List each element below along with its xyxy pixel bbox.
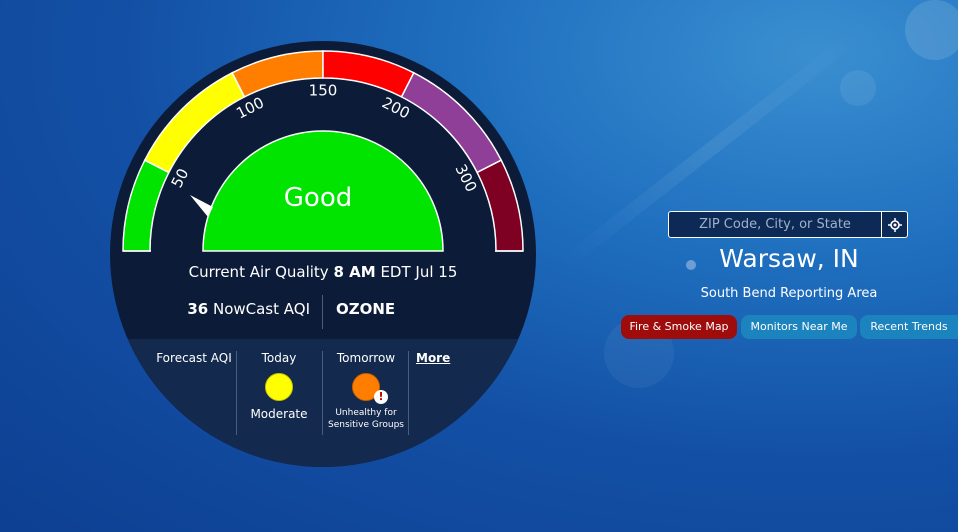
- locate-icon: [887, 217, 902, 232]
- locate-button[interactable]: [881, 212, 907, 237]
- city-name: Warsaw, IN: [719, 244, 859, 273]
- divider: [322, 351, 323, 435]
- hazardous-segment: [476, 159, 524, 252]
- very-unhealthy-segment: [400, 71, 503, 174]
- divider: [236, 351, 237, 435]
- forecast-category: Unhealthy for Sensitive Groups: [328, 408, 404, 430]
- reporting-area: South Bend Reporting Area: [700, 286, 878, 301]
- current-air-quality: Current Air Quality 8 AM EDT Jul 15: [110, 263, 536, 281]
- current-suffix: EDT Jul 15: [380, 263, 458, 281]
- alert-icon: !: [374, 390, 388, 404]
- forecast-tomorrow: Tomorrow ! Unhealthy for Sensitive Group…: [326, 351, 406, 431]
- aqi-dial: 50 100 150 200 300 Good Current Air Quality …: [110, 41, 536, 467]
- lens-flare: [905, 0, 958, 60]
- day-name: Tomorrow: [336, 351, 396, 365]
- usg-dot: !: [352, 373, 388, 404]
- fire-smoke-map-button[interactable]: Fire & Smoke Map: [621, 315, 737, 339]
- moderate-segment: [143, 71, 246, 174]
- aqi-value: 36: [187, 300, 209, 318]
- tick-label: 50: [168, 166, 193, 191]
- divider: [408, 351, 409, 435]
- forecast-today: Today Moderate: [246, 351, 312, 421]
- moderate-dot: [265, 373, 293, 401]
- forecast-category: Moderate: [250, 407, 308, 421]
- more-link[interactable]: More: [416, 351, 450, 365]
- forecast-label: Forecast AQI: [156, 351, 232, 365]
- aqi-gauge: 50100150200300: [122, 50, 524, 254]
- current-category: Good: [283, 183, 353, 213]
- current-time: 8 AM: [333, 263, 376, 281]
- lens-flare: [840, 70, 876, 106]
- tick-label: 150: [309, 82, 338, 100]
- pollutant: OZONE: [336, 300, 396, 318]
- location-search: [668, 211, 908, 238]
- monitors-near-me-button[interactable]: Monitors Near Me: [741, 315, 857, 339]
- aqi-pointer: [190, 195, 213, 217]
- divider: [322, 295, 323, 329]
- good-segment: [122, 159, 170, 252]
- search-input[interactable]: [669, 212, 881, 237]
- recent-trends-button[interactable]: Recent Trends: [860, 315, 958, 339]
- current-prefix: Current Air Quality: [188, 263, 329, 281]
- nowcast-aqi: 36 NowCast AQI: [170, 300, 310, 318]
- day-name: Today: [261, 351, 297, 365]
- aqi-label: NowCast AQI: [212, 300, 310, 318]
